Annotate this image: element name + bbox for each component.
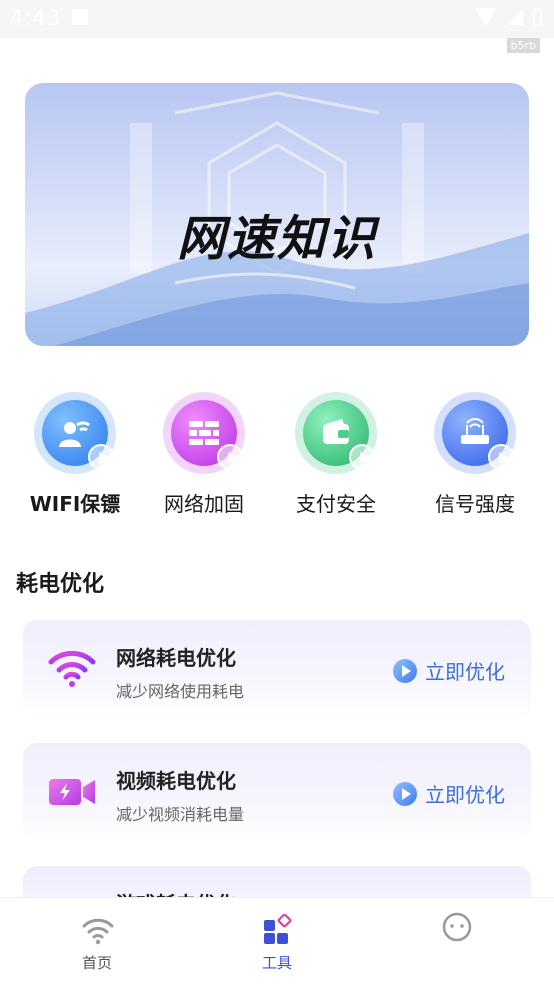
- optimize-card-video[interactable]: 视频耗电优化 减少视频消耗电量 立即优化: [23, 743, 531, 843]
- banner[interactable]: 网速知识: [25, 83, 529, 346]
- optimize-now-button[interactable]: 立即优化: [393, 779, 505, 808]
- play-badge-icon: [488, 444, 514, 470]
- nav-label: 首页: [81, 954, 112, 972]
- optimize-now-label: 立即优化: [425, 783, 505, 807]
- tool-firewall[interactable]: 网络加固: [134, 390, 274, 517]
- tool-signal-strength[interactable]: 信号强度: [405, 390, 545, 517]
- cell-signal-icon: [507, 9, 523, 25]
- nav-item-home[interactable]: 首页: [5, 898, 189, 984]
- play-badge-icon: [349, 444, 375, 470]
- smiley-icon: [441, 911, 473, 943]
- router-icon: [434, 392, 516, 474]
- play-badge-icon: [217, 444, 243, 470]
- card-title: 视频耗电优化: [116, 769, 236, 793]
- tool-label: 信号强度: [435, 492, 515, 516]
- bottom-nav: 首页 工具: [0, 897, 554, 984]
- tool-wifi-guard[interactable]: WIFI保镖: [5, 390, 145, 517]
- play-icon: [393, 658, 417, 683]
- tool-payment-security[interactable]: 支付安全: [266, 390, 406, 517]
- tool-label: 支付安全: [296, 492, 376, 516]
- card-subtitle: 减少视频消耗电量: [116, 805, 245, 824]
- status-bar: 4:43: [0, 0, 554, 38]
- wifi-icon: [47, 646, 97, 690]
- card-subtitle: 减少网络使用耗电: [116, 682, 245, 701]
- nav-label: 工具: [261, 954, 292, 972]
- nav-item-profile[interactable]: [364, 898, 548, 984]
- optimize-now-label: 立即优化: [425, 660, 505, 684]
- optimize-card-network[interactable]: 网络耗电优化 减少网络使用耗电 立即优化: [23, 620, 531, 720]
- wifi-icon: [82, 914, 114, 946]
- wifi-guard-icon: [34, 392, 116, 474]
- section-title: 耗电优化: [16, 572, 105, 597]
- firewall-icon: [163, 392, 245, 474]
- build-tag: b5rb: [506, 38, 540, 53]
- card-title: 网络耗电优化: [116, 646, 236, 670]
- tool-label: 网络加固: [164, 492, 244, 516]
- wifi-status-icon: [475, 8, 497, 26]
- optimize-now-button[interactable]: 立即优化: [393, 656, 505, 685]
- tools-grid-icon: [262, 913, 294, 946]
- tool-label: WIFI保镖: [29, 492, 121, 516]
- banner-title: 网速知识: [176, 211, 377, 267]
- wallet-icon: [295, 392, 377, 474]
- status-icons: [475, 8, 542, 26]
- status-time: 4:43: [10, 6, 62, 30]
- play-badge-icon: [88, 444, 114, 470]
- battery-icon: [533, 8, 542, 26]
- video-camera-icon: [47, 769, 97, 813]
- nav-item-tools[interactable]: 工具: [185, 898, 369, 984]
- tools-row: WIFI保镖 网络加固 支付安全 信号强度: [0, 390, 554, 530]
- play-icon: [393, 781, 417, 806]
- notification-icon: [72, 9, 88, 25]
